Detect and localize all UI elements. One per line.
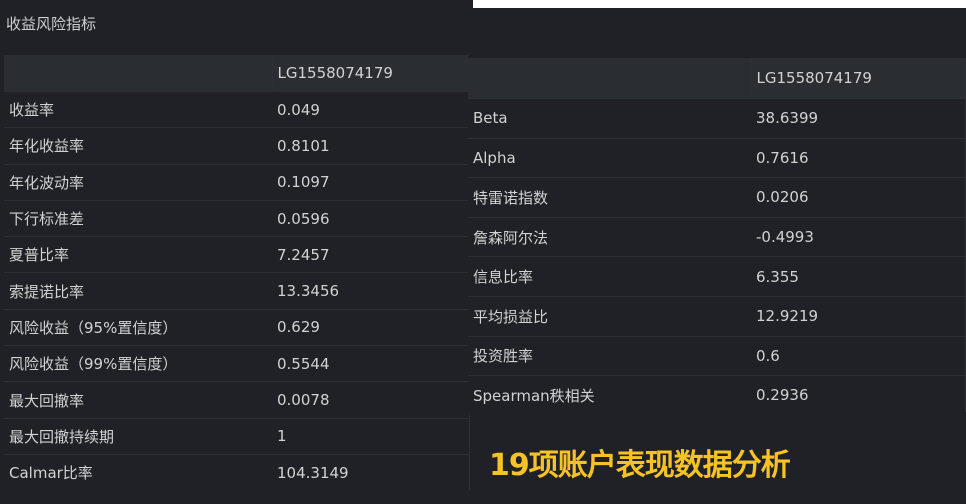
metric-value-cell: 7.2457: [272, 236, 470, 273]
metric-value-cell: 0.049: [272, 90, 470, 128]
table-header-row: LG1558074179: [468, 58, 966, 99]
table-row[interactable]: Alpha 0.7616: [468, 137, 966, 178]
table-row[interactable]: 年化波动率 0.1097: [4, 163, 470, 201]
table-row[interactable]: Spearman秩相关 0.2936: [468, 375, 966, 415]
caption-text: 19项账户表现数据分析: [489, 448, 791, 483]
metric-value-cell: 0.0596: [272, 199, 470, 237]
table-row[interactable]: 投资胜率 0.6: [468, 335, 966, 376]
header-corner-cell: [4, 55, 273, 92]
header-account-cell: LG1558074179: [751, 58, 966, 99]
table-row[interactable]: 最大回撤持续期 1: [4, 417, 470, 455]
metric-value-cell: 12.9219: [751, 295, 966, 337]
metric-value-cell: 0.6: [751, 335, 966, 376]
left-metrics-table: LG1558074179 收益率 0.049 年化收益率 0.8101 年化波动率 0.10…: [4, 55, 470, 491]
table-header-row: LG1558074179: [4, 55, 470, 92]
metric-name-cell: 詹森阿尔法: [468, 216, 751, 257]
metric-name-cell: Beta: [468, 98, 751, 139]
metric-name-cell: 风险收益（99%置信度）: [4, 345, 272, 382]
metric-name-cell: 夏普比率: [4, 236, 272, 273]
metric-name-cell: 投资胜率: [468, 335, 751, 376]
metric-value-cell: 0.7616: [751, 137, 966, 178]
table-row[interactable]: 年化收益率 0.8101: [4, 127, 470, 165]
metric-value-cell: 38.6399: [751, 98, 966, 139]
metric-value-cell: 0.5544: [272, 345, 470, 382]
table-row[interactable]: 索提诺比率 13.3456: [4, 272, 470, 310]
table-row[interactable]: 詹森阿尔法 -0.4993: [468, 216, 966, 257]
right-panel-top: [473, 8, 966, 56]
metric-name-cell: 收益率: [4, 90, 272, 128]
metric-name-cell: 索提诺比率: [4, 272, 272, 310]
metric-name-cell: Spearman秩相关: [468, 375, 751, 415]
table-row[interactable]: 最大回撤率 0.0078: [4, 381, 470, 419]
metric-value-cell: 0.0206: [751, 177, 966, 218]
table-row[interactable]: 特雷诺指数 0.0206: [468, 177, 966, 218]
metric-value-cell: 0.1097: [272, 163, 470, 201]
table-row[interactable]: 平均损益比 12.9219: [468, 295, 966, 337]
metric-name-cell: 信息比率: [468, 256, 751, 297]
metric-value-cell: 104.3149: [272, 453, 470, 491]
metric-name-cell: 最大回撤持续期: [4, 417, 272, 455]
metric-value-cell: 0.8101: [272, 127, 470, 165]
metric-value-cell: 6.355: [751, 256, 966, 297]
header-corner-cell: [468, 58, 752, 99]
table-row[interactable]: 信息比率 6.355: [468, 256, 966, 297]
table-row[interactable]: 风险收益（99%置信度） 0.5544: [4, 345, 470, 382]
table-row[interactable]: 夏普比率 7.2457: [4, 236, 470, 273]
metric-name-cell: Alpha: [468, 137, 751, 178]
header-account-cell: LG1558074179: [272, 55, 470, 92]
table-row[interactable]: 下行标准差 0.0596: [4, 199, 470, 237]
table-row[interactable]: Calmar比率 104.3149: [4, 453, 470, 491]
metric-name-cell: 风险收益（95%置信度）: [4, 308, 272, 346]
metric-value-cell: 1: [272, 417, 470, 455]
metric-name-cell: 下行标准差: [4, 199, 272, 237]
metric-name-cell: 年化波动率: [4, 163, 272, 201]
metric-value-cell: -0.4993: [751, 216, 966, 257]
metric-value-cell: 0.2936: [751, 375, 966, 415]
metric-value-cell: 0.629: [272, 308, 470, 346]
metric-name-cell: 特雷诺指数: [468, 177, 751, 218]
table-row[interactable]: 风险收益（95%置信度） 0.629: [4, 308, 470, 346]
table-row[interactable]: 收益率 0.049: [4, 90, 470, 128]
metric-value-cell: 13.3456: [272, 272, 470, 310]
metric-name-cell: 年化收益率: [4, 127, 272, 165]
panel-title: 收益风险指标: [6, 15, 97, 33]
metric-value-cell: 0.0078: [272, 381, 470, 419]
right-metrics-table: LG1558074179 Beta 38.6399 Alpha 0.7616 特雷诺指数 0…: [468, 58, 966, 415]
metric-name-cell: Calmar比率: [4, 453, 272, 491]
table-row[interactable]: Beta 38.6399: [468, 98, 966, 139]
metric-name-cell: 最大回撤率: [4, 381, 272, 419]
metric-name-cell: 平均损益比: [468, 295, 751, 337]
